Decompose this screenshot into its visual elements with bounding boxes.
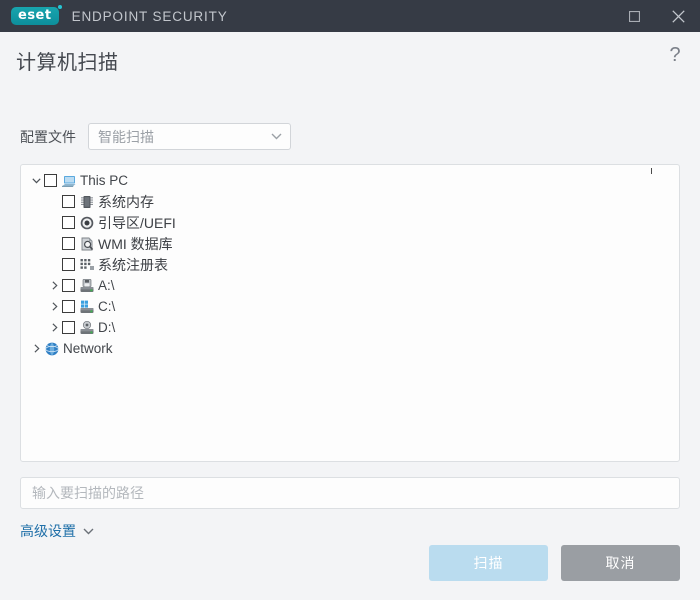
- title-bar: eset ENDPOINT SECURITY: [0, 0, 700, 32]
- tree-row-label: 系统内存: [98, 193, 154, 210]
- scan-path-field[interactable]: [20, 477, 680, 509]
- tree-row-container: This PC 系统内存引导区/UEFI WMI 数据库 系统注册表 A:\ C:\ D:\…: [21, 170, 679, 359]
- chevron-down-icon: [83, 528, 94, 535]
- tree-row[interactable]: 引导区/UEFI: [21, 212, 679, 233]
- registry-icon: [79, 257, 95, 273]
- close-button[interactable]: [656, 0, 700, 32]
- tree-row-label: Network: [63, 341, 113, 356]
- disc-icon: [79, 215, 95, 231]
- memory-icon: [79, 194, 95, 210]
- page-title: 计算机扫描: [16, 52, 119, 74]
- profile-select-value: 智能扫描: [98, 128, 154, 145]
- tree-row-checkbox[interactable]: [62, 195, 75, 208]
- tree-row-checkbox[interactable]: [62, 237, 75, 250]
- scrollbar-tick: [651, 168, 652, 174]
- logo-accent-dot: [57, 5, 62, 9]
- tree-row[interactable]: WMI 数据库: [21, 233, 679, 254]
- close-icon: [671, 9, 685, 23]
- eset-logo-badge: eset: [11, 7, 59, 25]
- tree-row-label: C:\: [98, 299, 116, 314]
- advanced-settings-link[interactable]: 高级设置: [20, 521, 94, 541]
- tree-row[interactable]: 系统内存: [21, 191, 679, 212]
- eset-logo: eset: [11, 5, 62, 25]
- optical-drive-icon: [79, 320, 95, 336]
- tree-row-label: 系统注册表: [98, 256, 168, 273]
- tree-row[interactable]: Network: [21, 338, 679, 359]
- chevron-right-icon[interactable]: [47, 302, 62, 311]
- chevron-right-icon[interactable]: [29, 344, 44, 353]
- tree-row-label: A:\: [98, 278, 115, 293]
- tree-row[interactable]: This PC: [21, 170, 679, 191]
- wmi-icon: [79, 236, 95, 252]
- tree-row-checkbox[interactable]: [62, 279, 75, 292]
- tree-row-checkbox[interactable]: [62, 258, 75, 271]
- hard-drive-icon: [79, 299, 95, 315]
- tree-row-checkbox[interactable]: [62, 216, 75, 229]
- maximize-button[interactable]: [612, 0, 656, 32]
- tree-row-label: WMI 数据库: [98, 235, 173, 252]
- scan-path-input[interactable]: [30, 484, 679, 502]
- cancel-button[interactable]: 取消: [561, 545, 680, 581]
- scan-button[interactable]: 扫描: [429, 545, 548, 581]
- profile-row: 配置文件 智能扫描: [0, 123, 700, 150]
- profile-label: 配置文件: [20, 128, 76, 145]
- page-header: 计算机扫描 ?: [0, 32, 700, 94]
- globe-icon: [44, 341, 60, 357]
- chevron-right-icon[interactable]: [47, 281, 62, 290]
- floppy-drive-icon: [79, 278, 95, 294]
- chevron-down-icon[interactable]: [29, 177, 44, 184]
- maximize-icon: [628, 10, 640, 22]
- chevron-down-icon: [271, 133, 282, 140]
- computer-icon: [61, 173, 77, 189]
- dialog-footer: 扫描 取消: [429, 545, 680, 581]
- chevron-right-icon[interactable]: [47, 323, 62, 332]
- profile-select[interactable]: 智能扫描: [88, 123, 291, 150]
- tree-row-checkbox[interactable]: [62, 321, 75, 334]
- tree-row[interactable]: 系统注册表: [21, 254, 679, 275]
- tree-row[interactable]: D:\: [21, 317, 679, 338]
- tree-row-checkbox[interactable]: [44, 174, 57, 187]
- window-controls: [612, 0, 700, 32]
- tree-row[interactable]: C:\: [21, 296, 679, 317]
- tree-row-label: This PC: [80, 173, 129, 188]
- tree-row-label: D:\: [98, 320, 116, 335]
- tree-row-checkbox[interactable]: [62, 300, 75, 313]
- tree-row-label: 引导区/UEFI: [98, 214, 176, 231]
- tree-row[interactable]: A:\: [21, 275, 679, 296]
- scan-target-tree[interactable]: This PC 系统内存引导区/UEFI WMI 数据库 系统注册表 A:\ C:\ D:\…: [20, 164, 680, 462]
- product-name: ENDPOINT SECURITY: [71, 8, 228, 24]
- advanced-settings-label: 高级设置: [20, 523, 76, 539]
- help-icon[interactable]: ?: [666, 45, 684, 65]
